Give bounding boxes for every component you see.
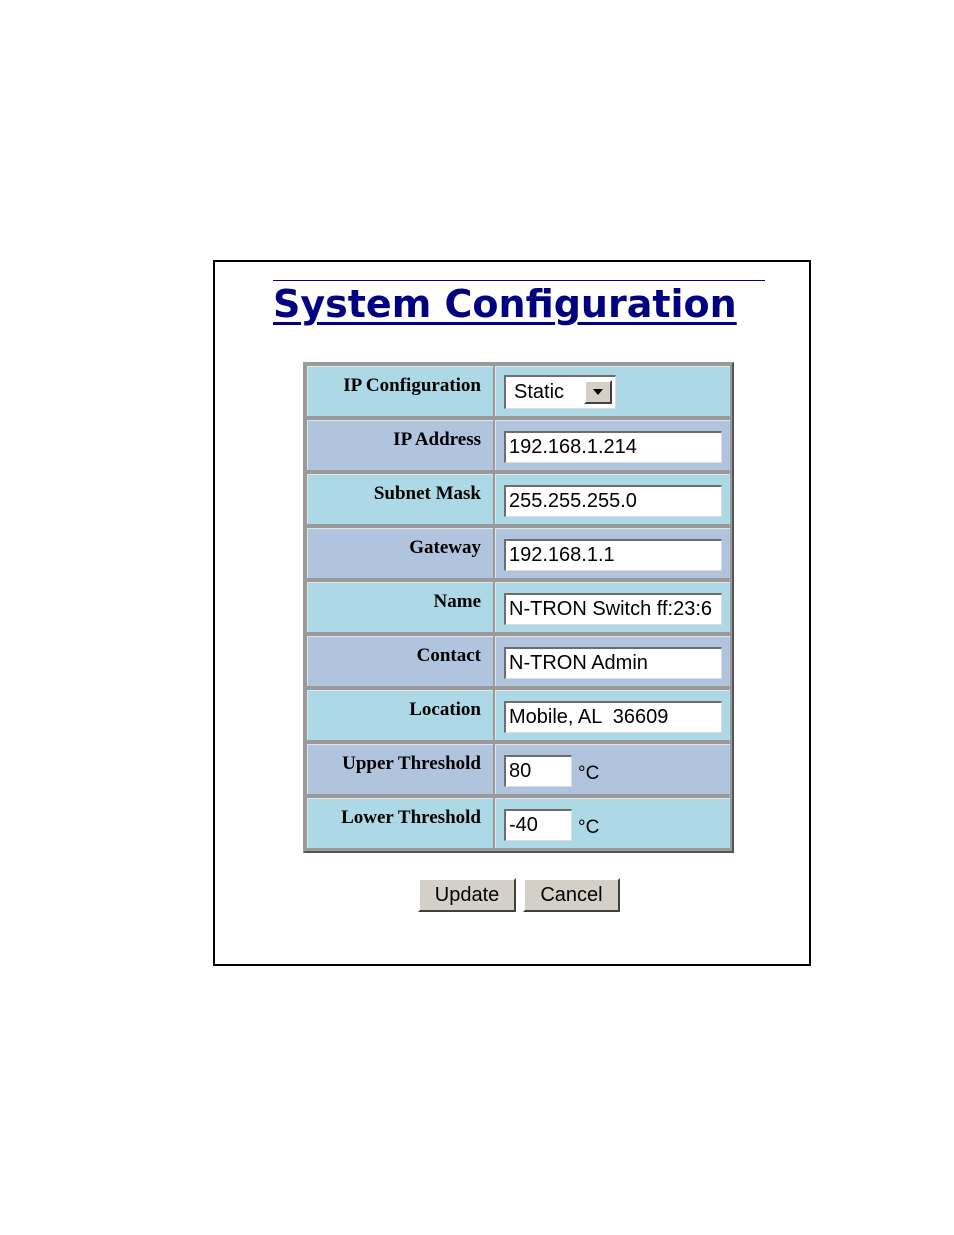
row-name: Name N-TRON Switch ff:23:6 <box>305 580 732 634</box>
subnet-mask-input[interactable]: 255.255.255.0 <box>504 485 722 517</box>
lower-threshold-label: Lower Threshold <box>307 798 493 848</box>
gateway-label: Gateway <box>307 528 493 578</box>
subnet-mask-label: Subnet Mask <box>307 474 493 524</box>
row-upper-threshold: Upper Threshold 80 °C <box>305 742 732 796</box>
config-panel: System Configuration IP Configuration St… <box>213 260 811 966</box>
upper-threshold-unit: °C <box>578 763 600 784</box>
location-label: Location <box>307 690 493 740</box>
row-location: Location Mobile, AL 36609 <box>305 688 732 742</box>
ip-configuration-label: IP Configuration <box>307 366 493 416</box>
ip-address-input[interactable]: 192.168.1.214 <box>504 431 722 463</box>
upper-threshold-cell: 80 °C <box>495 744 730 794</box>
upper-threshold-input[interactable]: 80 <box>504 755 572 787</box>
row-gateway: Gateway 192.168.1.1 <box>305 526 732 580</box>
name-label: Name <box>307 582 493 632</box>
name-input[interactable]: N-TRON Switch ff:23:6 <box>504 593 722 625</box>
cancel-button[interactable]: Cancel <box>523 878 620 912</box>
title-rule <box>273 280 765 281</box>
location-cell: Mobile, AL 36609 <box>495 690 730 740</box>
row-ip-configuration: IP Configuration Static <box>305 364 732 418</box>
gateway-cell: 192.168.1.1 <box>495 528 730 578</box>
config-table: IP Configuration Static IP Address 192.1… <box>303 362 734 853</box>
contact-label: Contact <box>307 636 493 686</box>
location-input[interactable]: Mobile, AL 36609 <box>504 701 722 733</box>
ip-configuration-select[interactable]: Static <box>504 375 616 409</box>
ip-configuration-cell: Static <box>495 366 730 416</box>
upper-threshold-label: Upper Threshold <box>307 744 493 794</box>
contact-input[interactable]: N-TRON Admin <box>504 647 722 679</box>
row-subnet-mask: Subnet Mask 255.255.255.0 <box>305 472 732 526</box>
name-cell: N-TRON Switch ff:23:6 <box>495 582 730 632</box>
row-lower-threshold: Lower Threshold -40 °C <box>305 796 732 850</box>
lower-threshold-unit: °C <box>578 817 600 838</box>
update-button[interactable]: Update <box>418 878 516 912</box>
gateway-input[interactable]: 192.168.1.1 <box>504 539 722 571</box>
contact-cell: N-TRON Admin <box>495 636 730 686</box>
page-title: System Configuration <box>273 282 737 326</box>
row-contact: Contact N-TRON Admin <box>305 634 732 688</box>
lower-threshold-cell: -40 °C <box>495 798 730 848</box>
subnet-mask-cell: 255.255.255.0 <box>495 474 730 524</box>
ip-address-cell: 192.168.1.214 <box>495 420 730 470</box>
ip-address-label: IP Address <box>307 420 493 470</box>
row-ip-address: IP Address 192.168.1.214 <box>305 418 732 472</box>
chevron-down-icon[interactable] <box>584 380 612 404</box>
ip-configuration-value: Static <box>514 381 565 403</box>
lower-threshold-input[interactable]: -40 <box>504 809 572 841</box>
